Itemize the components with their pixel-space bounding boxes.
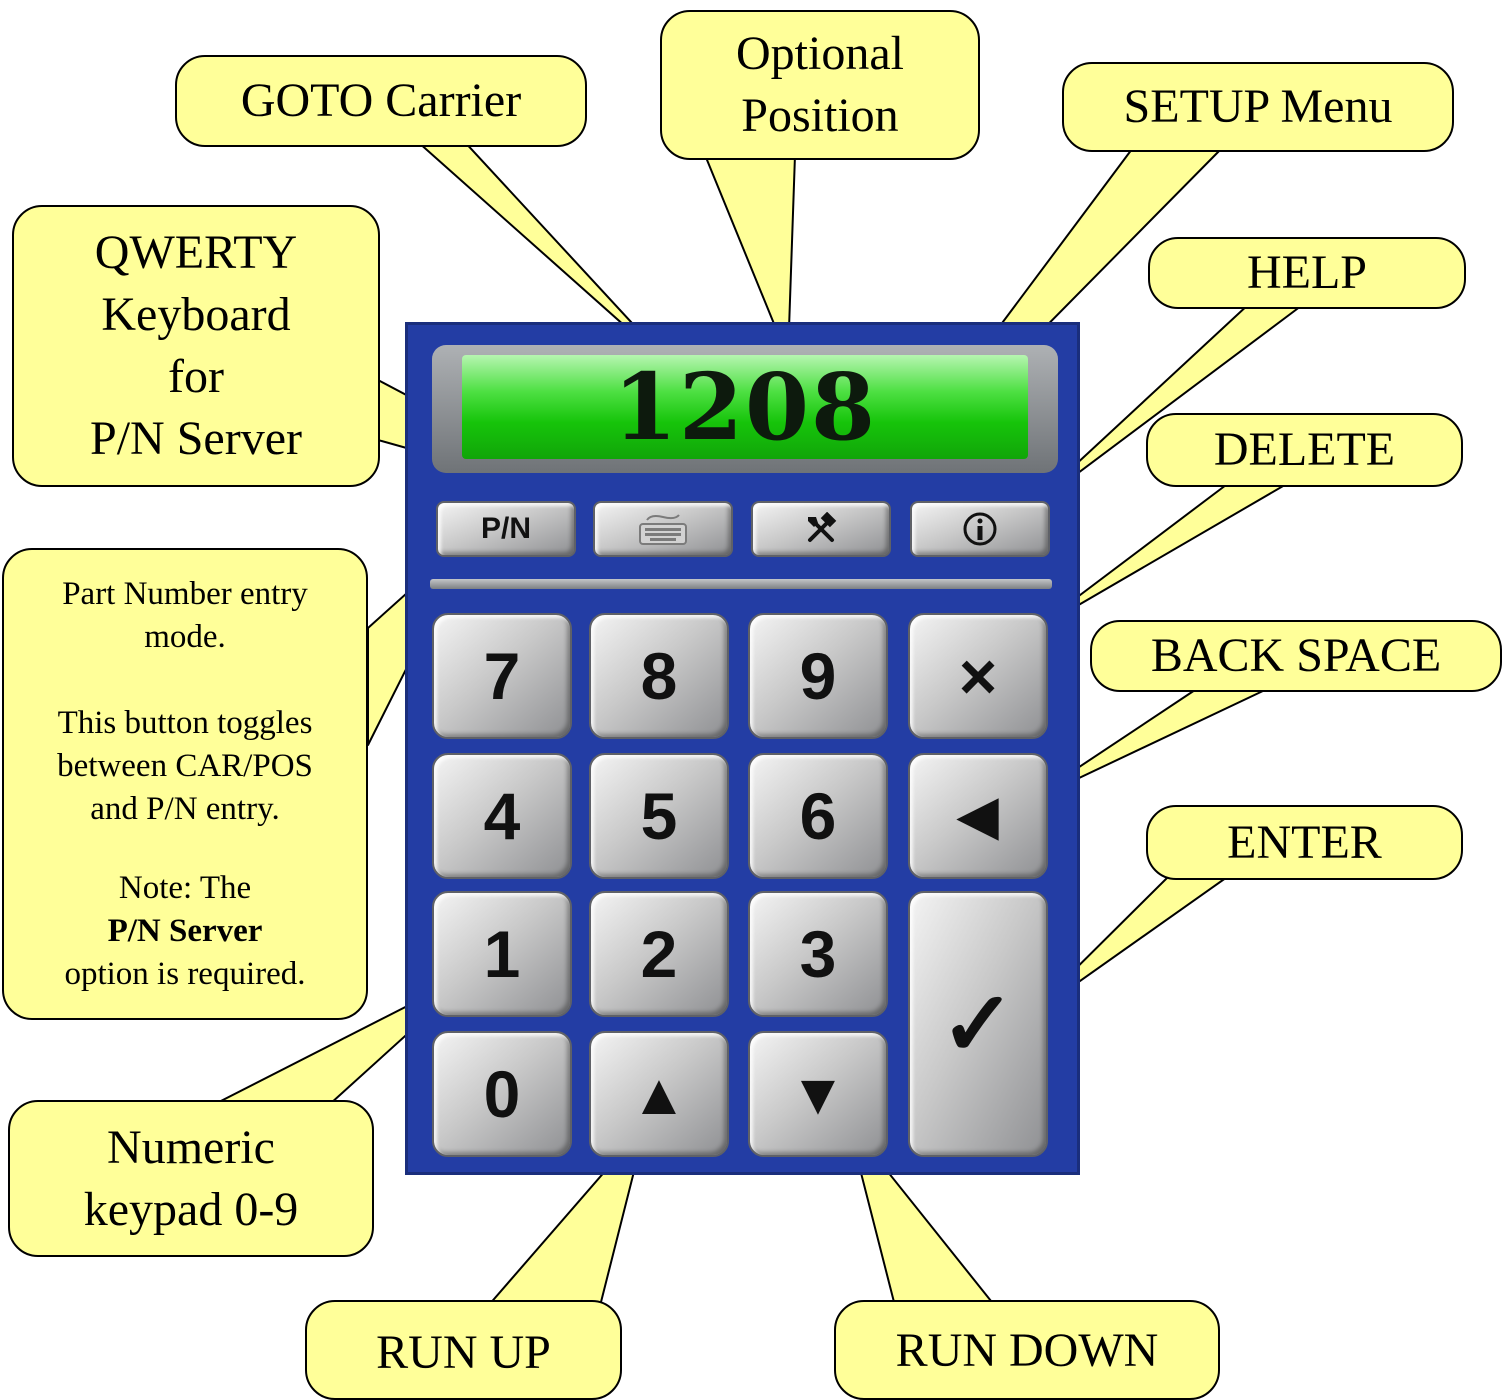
run-up-label: RUN UP	[376, 1326, 551, 1379]
key-1[interactable]: 1	[432, 891, 572, 1017]
key-2[interactable]: 2	[589, 891, 729, 1017]
part-number-line5: and P/N entry.	[90, 790, 280, 827]
pn-button[interactable]: P/N	[436, 501, 576, 557]
qwerty-line3: for	[168, 350, 224, 403]
setup-menu-label: SETUP Menu	[1123, 80, 1393, 133]
part-number-line7: P/N Server	[107, 912, 263, 949]
info-icon	[963, 512, 997, 546]
divider	[430, 579, 1052, 589]
numeric-line2: keypad 0-9	[83, 1182, 299, 1236]
tools-icon	[808, 512, 837, 542]
optional-position-line2: Position	[741, 89, 899, 142]
key-6[interactable]: 6	[748, 753, 888, 879]
optional-position-callout: Optional Position	[660, 10, 980, 160]
numeric-line1: Numeric	[107, 1120, 275, 1174]
backspace-button[interactable]: ◀	[908, 753, 1048, 879]
back-space-label: BACK SPACE	[1150, 629, 1442, 682]
part-number-line1: Part Number entry	[62, 575, 308, 612]
part-number-callout: Part Number entry mode. This button togg…	[2, 548, 368, 1020]
numeric-keypad-callout: Numeric keypad 0-9	[8, 1100, 374, 1257]
enter-callout: ENTER	[1146, 805, 1463, 880]
qwerty-callout: QWERTY Keyboard for P/N Server	[12, 205, 380, 487]
setup-menu-button[interactable]	[751, 501, 891, 557]
key-0[interactable]: 0	[432, 1031, 572, 1157]
part-number-line4: between CAR/POS	[57, 747, 313, 784]
delete-label: DELETE	[1213, 423, 1396, 476]
delete-button[interactable]: ×	[908, 613, 1048, 739]
delete-callout: DELETE	[1146, 413, 1463, 487]
qwerty-line1: QWERTY	[94, 226, 298, 279]
key-4[interactable]: 4	[432, 753, 572, 879]
enter-button[interactable]: ✓	[908, 891, 1048, 1157]
key-8[interactable]: 8	[589, 613, 729, 739]
part-number-line2: mode.	[144, 618, 226, 655]
goto-carrier-callout: GOTO Carrier	[175, 55, 587, 147]
key-5[interactable]: 5	[589, 753, 729, 879]
keypad-panel: 1208 P/N 7 8 9 × 4 5 6 ◀ 1 2 3 ✓ 0 ▲ ▼	[405, 322, 1080, 1175]
qwerty-line4: P/N Server	[90, 412, 302, 465]
run-down-callout: RUN DOWN	[834, 1300, 1220, 1400]
keyboard-icon	[639, 514, 687, 545]
key-7[interactable]: 7	[432, 613, 572, 739]
part-number-line3: This button toggles	[57, 704, 313, 741]
goto-carrier-label: GOTO Carrier	[240, 74, 522, 127]
display-value: 1208	[612, 353, 878, 461]
help-button[interactable]	[910, 501, 1050, 557]
enter-label: ENTER	[1227, 815, 1382, 869]
part-number-line6: Note: The	[118, 869, 252, 906]
back-space-callout: BACK SPACE	[1090, 620, 1502, 692]
help-callout: HELP	[1148, 237, 1466, 309]
run-up-button[interactable]: ▲	[589, 1031, 729, 1157]
help-label: HELP	[1247, 246, 1367, 299]
key-9[interactable]: 9	[748, 613, 888, 739]
key-3[interactable]: 3	[748, 891, 888, 1017]
run-down-button[interactable]: ▼	[748, 1031, 888, 1157]
run-down-label: RUN DOWN	[895, 1324, 1159, 1377]
optional-position-line1: Optional	[736, 27, 904, 80]
display-bezel: 1208	[432, 345, 1058, 473]
run-up-callout: RUN UP	[305, 1300, 622, 1400]
setup-menu-callout: SETUP Menu	[1062, 62, 1454, 152]
display-screen: 1208	[462, 353, 1028, 461]
qwerty-keyboard-button[interactable]	[593, 501, 733, 557]
part-number-line8: option is required.	[64, 955, 306, 992]
qwerty-line2: Keyboard	[101, 288, 291, 341]
